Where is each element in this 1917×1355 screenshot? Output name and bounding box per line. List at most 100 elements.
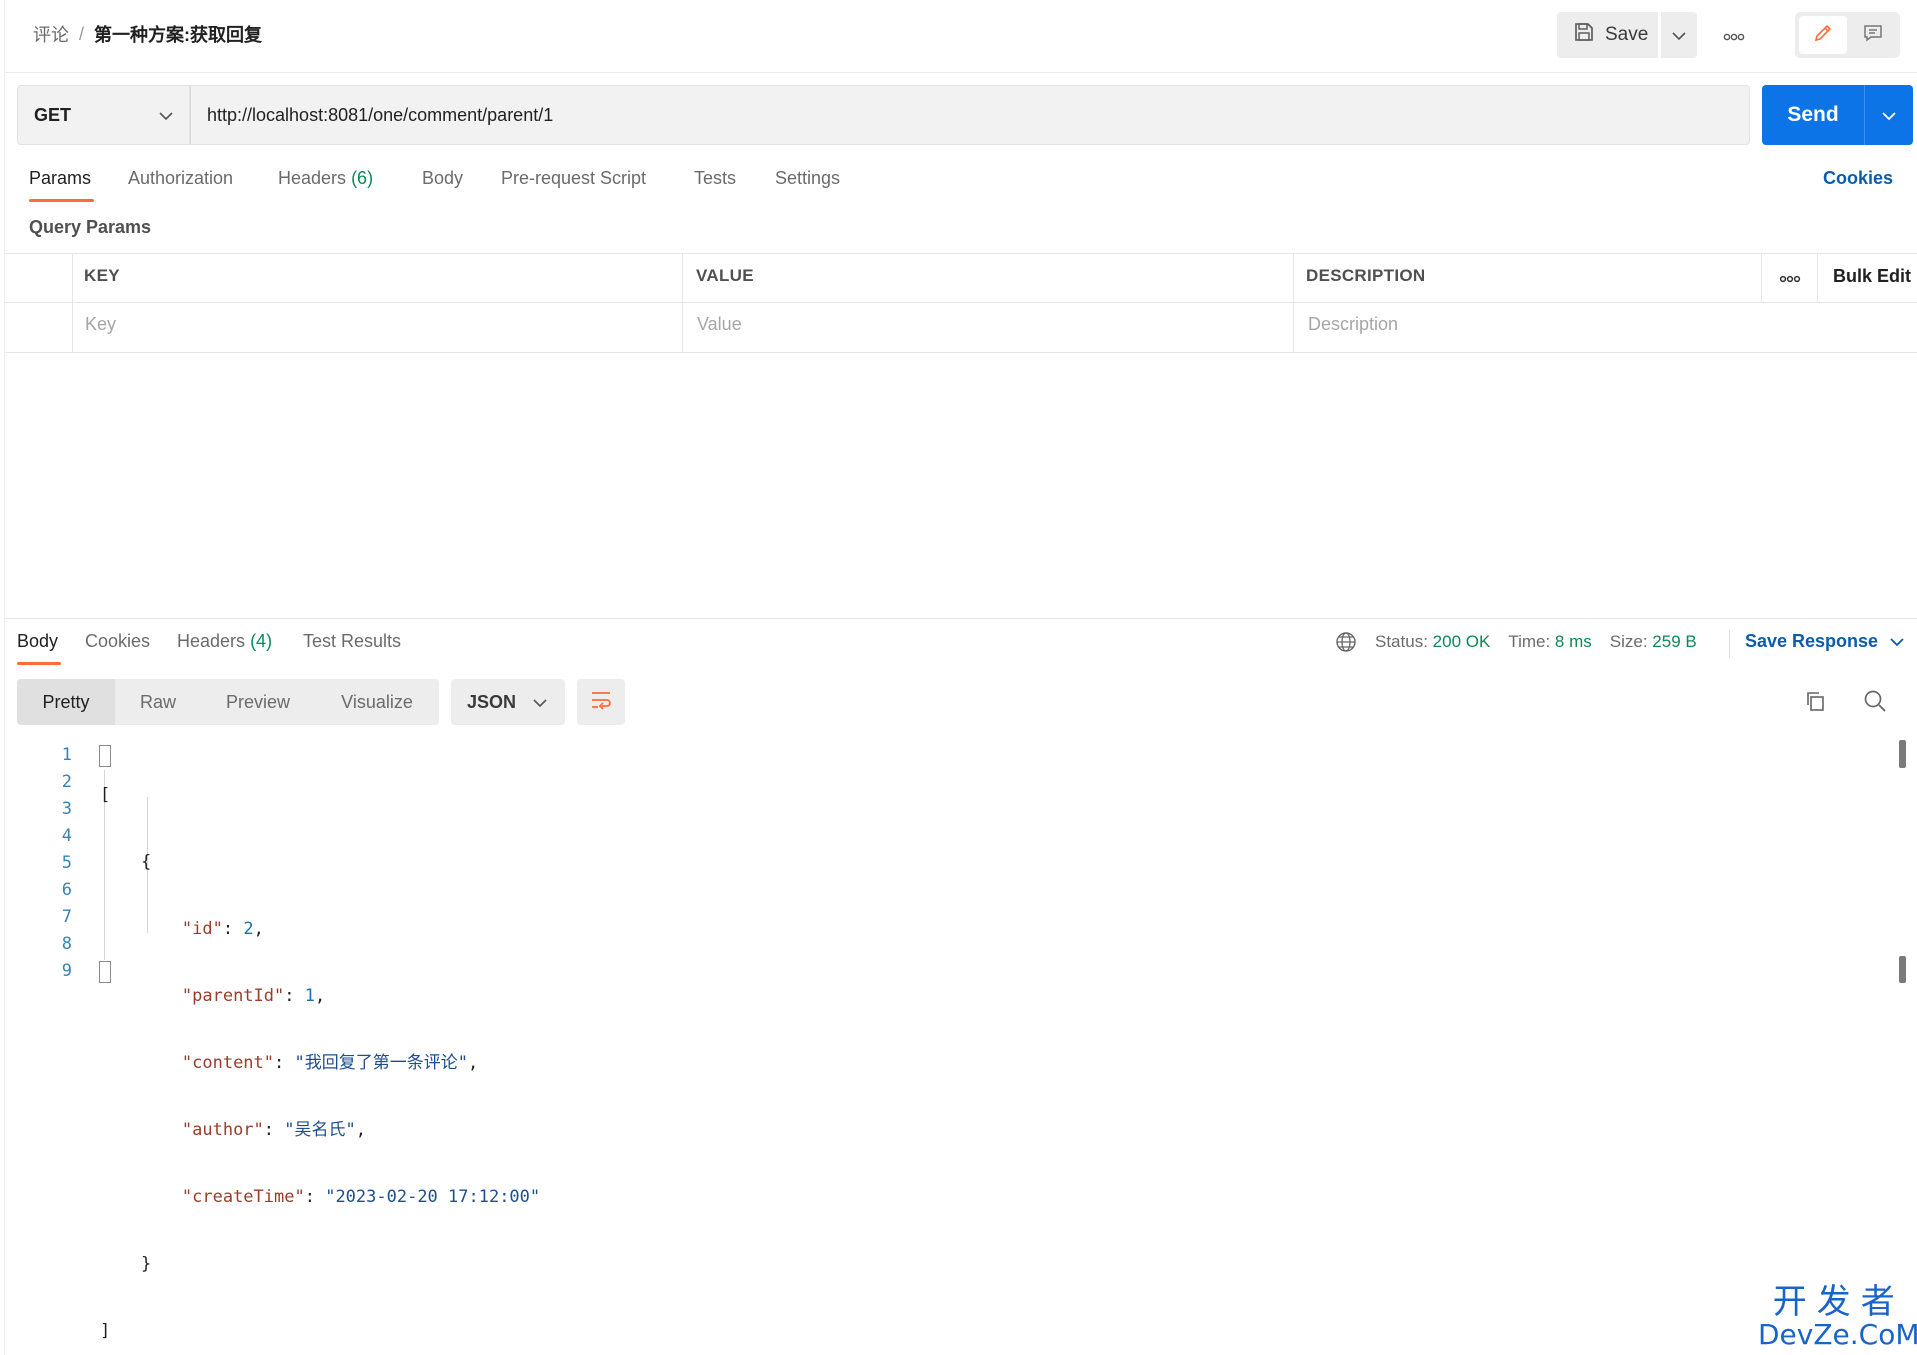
save-options-button[interactable] — [1661, 12, 1697, 58]
code-line: { — [140, 852, 152, 872]
view-pretty[interactable]: Pretty — [17, 679, 115, 725]
copy-response-button[interactable] — [1798, 686, 1832, 720]
edit-mode-button[interactable] — [1799, 16, 1847, 54]
response-tab-test-results[interactable]: Test Results — [303, 631, 401, 652]
documentation-button[interactable] — [1849, 16, 1897, 54]
window-left-border — [4, 0, 5, 1355]
tab-pre-request-script[interactable]: Pre-request Script — [501, 168, 646, 194]
response-meta: Status: 200 OK Time: 8 ms Size: 259 B — [1335, 631, 1697, 653]
breadcrumb-collection[interactable]: 评论 — [33, 21, 69, 47]
table-bottom-border — [5, 352, 1917, 353]
save-response-label: Save Response — [1745, 631, 1879, 651]
save-icon — [1573, 21, 1595, 49]
comment-doc-icon — [1862, 22, 1884, 49]
column-options-button[interactable] — [1776, 268, 1804, 286]
meta-divider — [1729, 630, 1730, 658]
method-select[interactable]: GET — [17, 85, 190, 145]
code-line: } — [140, 1254, 152, 1274]
param-key-input[interactable]: Key — [85, 314, 116, 335]
chevron-down-icon — [159, 105, 173, 126]
param-value-input[interactable]: Value — [697, 314, 742, 335]
code-line: ] — [100, 1321, 111, 1341]
search-response-button[interactable] — [1858, 686, 1892, 720]
cookies-link[interactable]: Cookies — [1823, 168, 1893, 189]
column-divider — [72, 253, 73, 352]
pane-resize-handle[interactable] — [5, 618, 1917, 619]
response-tab-cookies[interactable]: Cookies — [85, 631, 150, 652]
tab-label: Authorization — [128, 168, 234, 188]
tab-body[interactable]: Body — [422, 168, 463, 194]
format-select[interactable]: JSON — [451, 679, 565, 725]
send-options-button[interactable] — [1864, 85, 1913, 145]
pencil-icon — [1812, 22, 1834, 49]
tab-label: Headers — [278, 168, 347, 188]
view-visualize[interactable]: Visualize — [317, 679, 437, 725]
line-number: 5 — [61, 853, 72, 873]
active-tab-indicator — [29, 199, 94, 202]
chevron-down-icon — [1890, 631, 1904, 652]
code-line: "parentId": 1, — [181, 986, 326, 1006]
tab-authorization[interactable]: Authorization — [128, 168, 233, 194]
tab-params[interactable]: Params — [29, 168, 91, 194]
line-number: 4 — [61, 826, 72, 846]
code-line: "id": 2, — [181, 919, 264, 939]
column-header-value: VALUE — [696, 266, 754, 285]
query-params-title: Query Params — [29, 217, 152, 237]
line-number: 6 — [61, 880, 72, 900]
view-preview[interactable]: Preview — [203, 679, 313, 725]
chevron-down-icon — [1672, 25, 1686, 46]
editor-scrollbar-thumb[interactable] — [1899, 740, 1906, 768]
save-button[interactable]: Save — [1557, 12, 1658, 58]
request-name[interactable]: 第一种方案:获取回复 — [94, 21, 262, 47]
tab-label: Tests — [694, 168, 737, 188]
editor-scrollbar-marker[interactable] — [1899, 956, 1906, 983]
tab-label: Settings — [775, 168, 841, 188]
response-tab-body[interactable]: Body — [17, 631, 58, 652]
tab-headers[interactable]: Headers (6) — [278, 168, 373, 194]
format-value: JSON — [467, 691, 517, 712]
chevron-down-icon — [1882, 105, 1896, 126]
view-raw[interactable]: Raw — [117, 679, 199, 725]
size-value: 259 B — [1652, 632, 1697, 651]
header-divider — [5, 72, 1917, 73]
response-tab-headers[interactable]: Headers (4) — [177, 631, 272, 652]
watermark-cn: 开发者 — [1772, 1282, 1905, 1322]
line-number-gutter: 1 2 3 4 5 6 7 8 9 — [30, 742, 72, 985]
column-divider — [682, 253, 683, 352]
time-value: 8 ms — [1554, 632, 1592, 651]
code-line: "author": "吴名氏", — [181, 1120, 366, 1140]
tab-label: Body — [17, 631, 59, 651]
status-value: 200 OK — [1432, 632, 1491, 651]
tab-label: Test Results — [303, 631, 402, 651]
method-value: GET — [34, 104, 72, 125]
response-body-code[interactable]: [ { "id": 2, "parentId": 1, "content": "… — [100, 742, 540, 1355]
tab-settings[interactable]: Settings — [775, 168, 840, 194]
url-input[interactable]: http://localhost:8081/one/comment/parent… — [190, 85, 1750, 145]
search-icon — [1863, 689, 1887, 718]
column-header-description: DESCRIPTION — [1306, 266, 1426, 285]
save-response-button[interactable]: Save Response — [1745, 631, 1904, 652]
column-divider — [1293, 253, 1294, 352]
size-label: Size: — [1609, 632, 1648, 651]
column-divider — [1817, 253, 1818, 302]
code-line: [ — [100, 785, 111, 805]
globe-icon[interactable] — [1335, 631, 1357, 653]
line-number: 3 — [61, 799, 72, 819]
wrap-lines-button[interactable] — [577, 679, 625, 725]
bulk-edit-button[interactable]: Bulk Edit — [1833, 266, 1911, 287]
tab-label: Params — [29, 168, 92, 188]
more-actions-button[interactable] — [1716, 18, 1752, 52]
param-description-input[interactable]: Description — [1308, 314, 1398, 335]
site-watermark: 开发者 DevZe.CoM — [1758, 1285, 1917, 1349]
wrap-lines-icon — [589, 689, 613, 716]
code-line: "content": "我回复了第一条评论", — [181, 1053, 479, 1073]
send-button[interactable]: Send — [1762, 85, 1864, 145]
status-label: Status: — [1375, 632, 1428, 651]
tab-label: Pre-request Script — [501, 168, 647, 188]
tab-count: (4) — [250, 631, 273, 651]
line-number: 1 — [61, 745, 72, 765]
ellipsis-icon — [1779, 267, 1801, 288]
tab-label: Headers — [177, 631, 246, 651]
tab-tests[interactable]: Tests — [694, 168, 736, 194]
copy-icon — [1803, 689, 1827, 718]
